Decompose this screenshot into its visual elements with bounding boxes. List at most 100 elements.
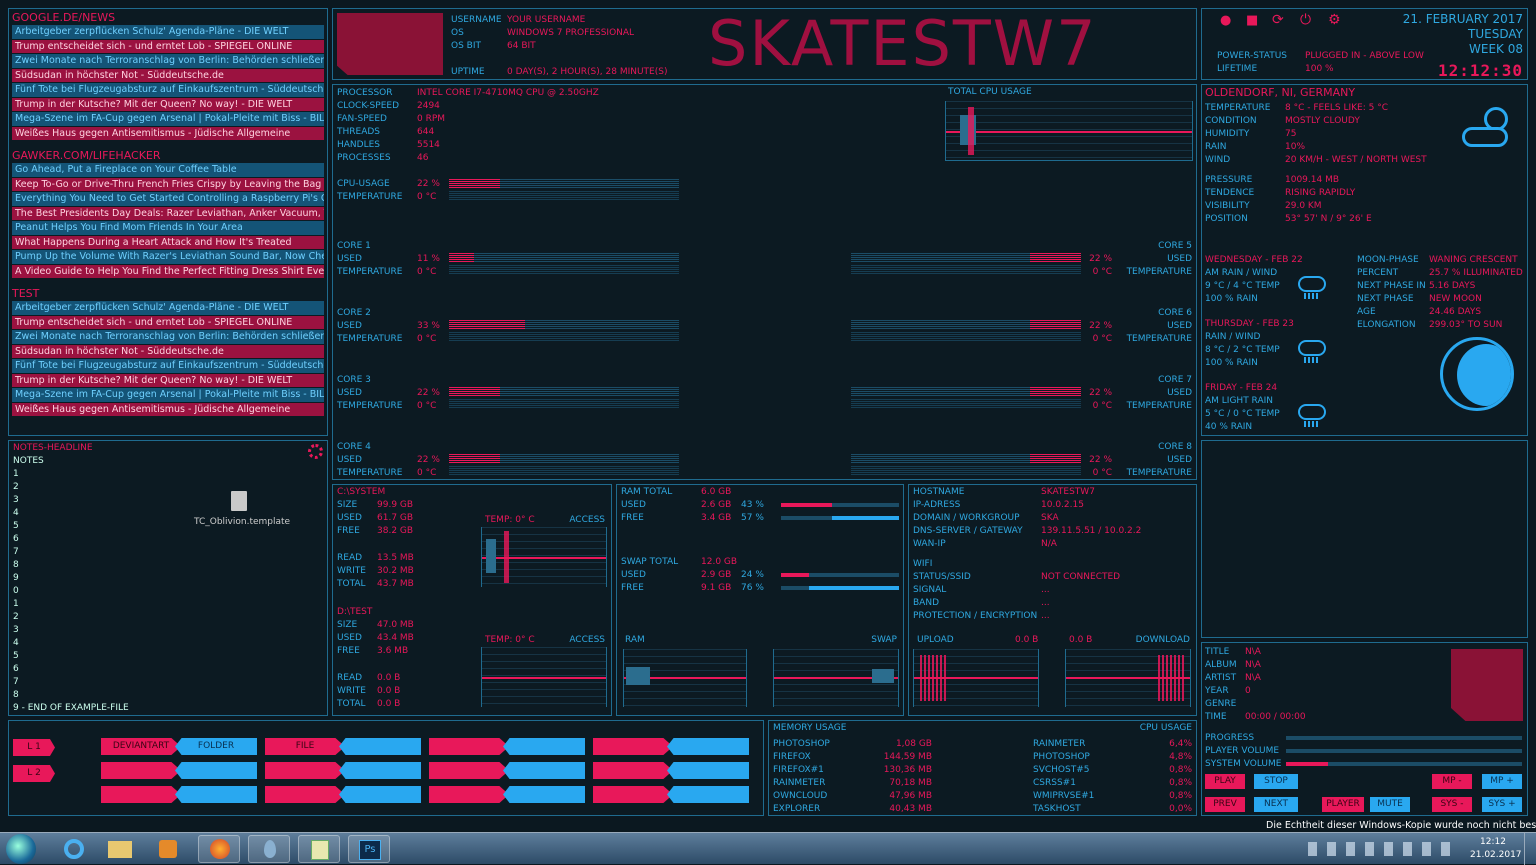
play-button[interactable]: PLAY bbox=[1205, 774, 1245, 789]
mp-minus-button[interactable]: MP - bbox=[1432, 774, 1472, 789]
launcher-button[interactable] bbox=[175, 762, 257, 779]
news-item[interactable]: Trump in der Kutsche? Mit der Queen? No … bbox=[12, 97, 324, 111]
rainmeter-icon[interactable] bbox=[248, 835, 290, 863]
mp-plus-button[interactable]: MP + bbox=[1482, 774, 1522, 789]
launcher-button[interactable] bbox=[667, 738, 749, 755]
prev-button[interactable]: PREV bbox=[1205, 797, 1245, 812]
clock-time[interactable]: 12:12 bbox=[1480, 837, 1506, 847]
rain-cloud-icon bbox=[1298, 404, 1326, 420]
media-player-icon[interactable] bbox=[146, 835, 188, 863]
layout-2-button[interactable]: L 2 bbox=[13, 765, 55, 782]
launcher-button[interactable] bbox=[593, 738, 673, 755]
next-button[interactable]: NEXT bbox=[1254, 797, 1298, 812]
wifi-value: NOT CONNECTED bbox=[1041, 572, 1121, 582]
news-item[interactable]: Mega-Szene im FA-Cup gegen Arsenal | Pok… bbox=[12, 112, 324, 126]
launcher-button[interactable] bbox=[503, 786, 585, 803]
news-item[interactable]: Südsudan in höchster Not - Süddeutsche.d… bbox=[12, 68, 324, 82]
cpu-process-value: 0,0% bbox=[1169, 804, 1192, 814]
gear-icon[interactable] bbox=[308, 444, 323, 459]
news-item[interactable]: Everything You Need to Get Started Contr… bbox=[12, 192, 324, 206]
launcher-button[interactable] bbox=[503, 762, 585, 779]
mute-button[interactable]: MUTE bbox=[1370, 797, 1410, 812]
file-name[interactable]: TC_Oblivion.template bbox=[194, 516, 290, 529]
player-button[interactable]: PLAYER bbox=[1322, 797, 1364, 812]
memory-usage-title: MEMORY USAGE bbox=[773, 723, 847, 733]
news-item[interactable]: Zwei Monate nach Terroranschlag von Berl… bbox=[12, 54, 324, 68]
show-desktop-button[interactable] bbox=[1524, 833, 1536, 865]
news-item[interactable]: Keep To-Go or Drive-Thru French Fries Cr… bbox=[12, 177, 324, 191]
firefox-icon[interactable] bbox=[198, 835, 240, 863]
avatar[interactable] bbox=[337, 13, 443, 75]
internet-explorer-icon[interactable] bbox=[52, 835, 94, 863]
launcher-button[interactable] bbox=[175, 786, 257, 803]
news-item[interactable]: Go Ahead, Put a Fireplace on Your Coffee… bbox=[12, 163, 324, 177]
news-item[interactable]: Fünf Tote bei Flugzeugabsturz auf Einkau… bbox=[12, 83, 324, 97]
tray-icons[interactable] bbox=[1308, 842, 1458, 856]
news-item[interactable]: Fünf Tote bei Flugzeugabsturz auf Einkau… bbox=[12, 359, 324, 373]
news-item[interactable]: Peanut Helps You Find Mom Friends In You… bbox=[12, 221, 324, 235]
launcher-button[interactable] bbox=[265, 786, 345, 803]
news-item[interactable]: Trump entscheidet sich - und erntet Lob … bbox=[12, 315, 324, 329]
news-item[interactable]: The Best Presidents Day Deals: Razer Lev… bbox=[12, 206, 324, 220]
news-item[interactable]: Weißes Haus gegen Antisemitismus - Jüdis… bbox=[12, 402, 324, 416]
progress-bar[interactable] bbox=[1286, 736, 1522, 740]
cpu-process-name: CSRSS#1 bbox=[1033, 778, 1076, 788]
news-item[interactable]: Arbeitgeber zerpflücken Schulz' Agenda-P… bbox=[12, 25, 324, 39]
news-item[interactable]: Trump entscheidet sich - und erntet Lob … bbox=[12, 39, 324, 53]
moon-label: AGE bbox=[1357, 307, 1376, 317]
drive-label: SIZE bbox=[337, 500, 358, 510]
start-button[interactable] bbox=[6, 834, 36, 864]
news-item[interactable]: Südsudan in höchster Not - Süddeutsche.d… bbox=[12, 344, 324, 358]
sys-minus-button[interactable]: SYS - bbox=[1432, 797, 1472, 812]
news-item[interactable]: A Video Guide to Help You Find the Perfe… bbox=[12, 264, 324, 278]
notepad-icon[interactable] bbox=[298, 835, 340, 863]
news-item[interactable]: Mega-Szene im FA-Cup gegen Arsenal | Pok… bbox=[12, 388, 324, 402]
launcher-button[interactable]: FILE bbox=[265, 738, 345, 755]
launcher-button[interactable] bbox=[339, 738, 421, 755]
memory-process-value: 40,43 MB bbox=[889, 804, 932, 814]
launcher-button[interactable] bbox=[339, 762, 421, 779]
launcher-button[interactable] bbox=[339, 786, 421, 803]
launcher-button[interactable] bbox=[101, 762, 181, 779]
drive-label: READ bbox=[337, 673, 363, 683]
launcher-button[interactable] bbox=[429, 738, 509, 755]
news-item[interactable]: Trump in der Kutsche? Mit der Queen? No … bbox=[12, 373, 324, 387]
settings-icon[interactable]: ⚙ bbox=[1328, 12, 1341, 28]
logoff-icon[interactable]: ■ bbox=[1246, 13, 1258, 28]
stop-button[interactable]: STOP bbox=[1254, 774, 1298, 789]
sys-plus-button[interactable]: SYS + bbox=[1482, 797, 1522, 812]
news-item[interactable]: Pump Up the Volume With Razer's Leviatha… bbox=[12, 250, 324, 264]
file-icon[interactable] bbox=[231, 491, 247, 511]
launcher-button[interactable] bbox=[503, 738, 585, 755]
player-volume-bar[interactable] bbox=[1286, 749, 1522, 753]
core-name: CORE 7 bbox=[1158, 375, 1192, 385]
empty-panel bbox=[1201, 440, 1528, 638]
launcher-button[interactable] bbox=[593, 762, 673, 779]
launcher-button[interactable] bbox=[593, 786, 673, 803]
launcher-button[interactable]: FOLDER bbox=[175, 738, 257, 755]
news-item[interactable]: Weißes Haus gegen Antisemitismus - Jüdis… bbox=[12, 126, 324, 140]
cpu-info-label: CLOCK-SPEED bbox=[337, 101, 399, 111]
launcher-button[interactable] bbox=[101, 786, 181, 803]
restart-icon[interactable]: ⟳ bbox=[1272, 12, 1284, 28]
photoshop-icon[interactable]: Ps bbox=[348, 835, 390, 863]
news-item[interactable]: Arbeitgeber zerpflücken Schulz' Agenda-P… bbox=[12, 301, 324, 315]
launcher-button[interactable] bbox=[667, 786, 749, 803]
memory-process-value: 130,36 MB bbox=[883, 765, 932, 775]
core-temp-value: 0 °C bbox=[417, 334, 437, 344]
clock-date[interactable]: 21.02.2017 bbox=[1470, 850, 1522, 860]
note-line: 5 bbox=[13, 651, 19, 661]
drive-label: SIZE bbox=[337, 620, 358, 630]
news-item[interactable]: What Happens During a Heart Attack and H… bbox=[12, 235, 324, 249]
lock-icon[interactable]: ● bbox=[1220, 13, 1231, 28]
launcher-button[interactable] bbox=[429, 786, 509, 803]
power-icon[interactable]: ⏻ bbox=[1300, 12, 1311, 28]
news-item[interactable]: Zwei Monate nach Terroranschlag von Berl… bbox=[12, 330, 324, 344]
launcher-button[interactable]: DEVIANTART bbox=[101, 738, 181, 755]
explorer-icon[interactable] bbox=[98, 835, 140, 863]
launcher-button[interactable] bbox=[265, 762, 345, 779]
launcher-button[interactable] bbox=[429, 762, 509, 779]
moon-label: NEXT PHASE bbox=[1357, 294, 1414, 304]
layout-1-button[interactable]: L 1 bbox=[13, 739, 55, 756]
launcher-button[interactable] bbox=[667, 762, 749, 779]
